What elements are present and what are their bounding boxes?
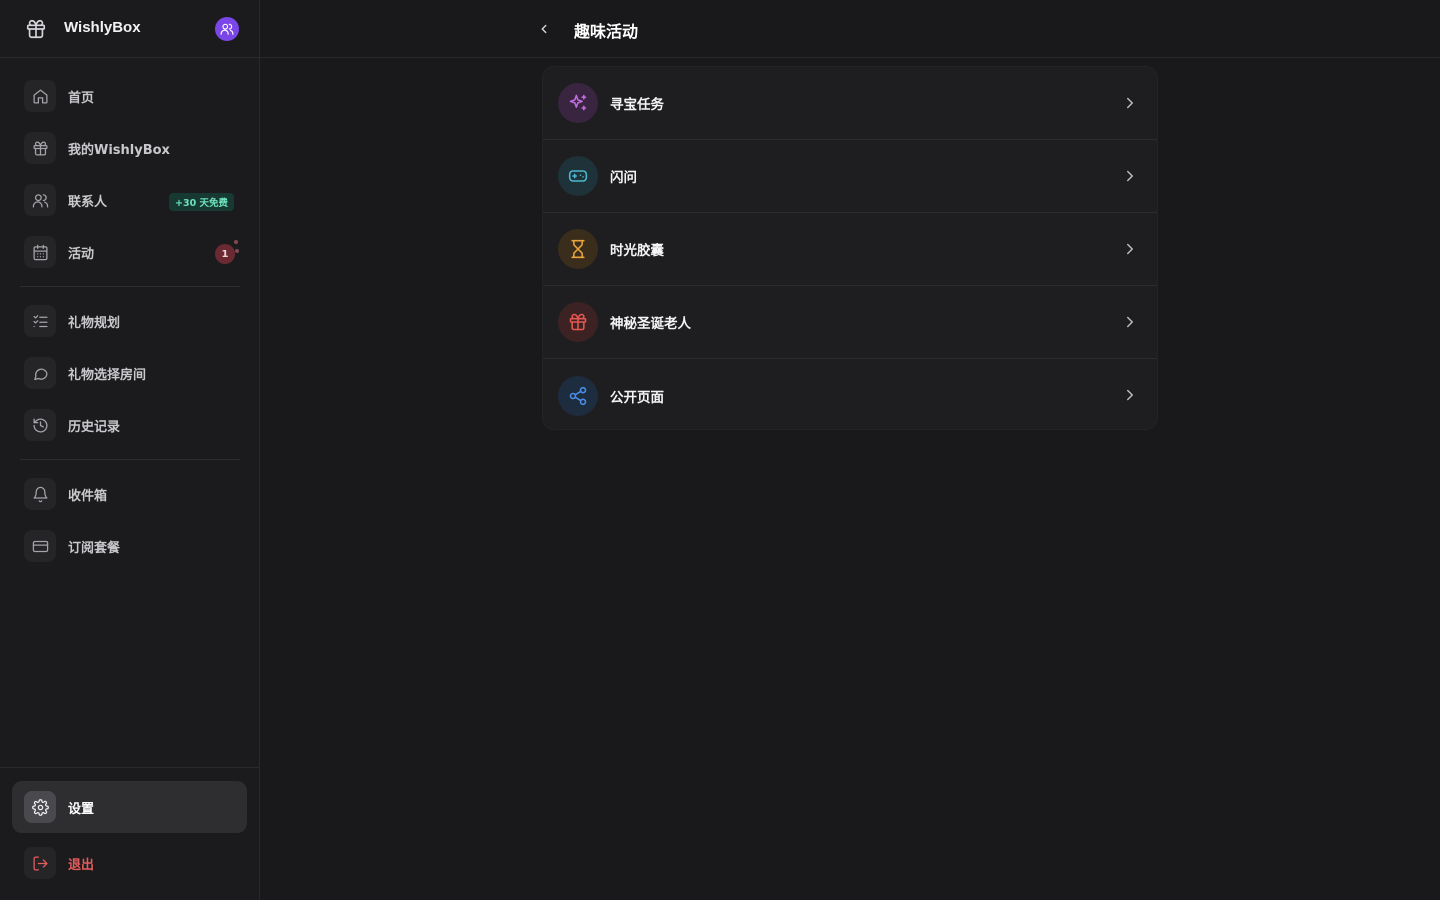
activity-row-treasure-hunt[interactable]: 寻宝任务 — [543, 67, 1157, 140]
logout-button[interactable]: 退出 — [12, 841, 247, 885]
sidebar-item-my-wishlybox[interactable]: 我的WishlyBox — [20, 128, 240, 168]
chat-bubble-icon — [24, 357, 56, 389]
sidebar-divider — [20, 286, 240, 287]
activities-list: 寻宝任务 闪问 时光胶囊 神秘圣诞老人 公开页面 — [542, 66, 1158, 430]
chevron-right-icon — [1121, 386, 1139, 404]
activity-row-public-page[interactable]: 公开页面 — [543, 359, 1157, 429]
chevron-left-icon — [537, 22, 551, 36]
activity-label: 公开页面 — [610, 389, 664, 406]
sidebar-item-label: 礼物规划 — [68, 315, 121, 331]
notification-count-badge: 1 — [215, 244, 235, 264]
badge-dot — [235, 249, 239, 253]
gift-icon — [25, 18, 47, 40]
activity-label: 神秘圣诞老人 — [610, 316, 691, 332]
sidebar-item-subscription[interactable]: 订阅套餐 — [20, 526, 240, 566]
free-trial-badge: +30 天免费 — [169, 193, 234, 211]
activity-label: 时光胶囊 — [610, 243, 664, 259]
bell-icon — [24, 478, 56, 510]
sidebar-item-label: 历史记录 — [68, 419, 121, 435]
top-bar: 趣味活动 — [260, 0, 1440, 58]
brand-header: WishlyBox — [0, 0, 259, 58]
sidebar-divider — [20, 459, 240, 460]
sidebar: WishlyBox 首页 我的WishlyBox 联系人 +30 天免费 活动 … — [0, 0, 260, 900]
sidebar-item-activities[interactable]: 活动 1 — [20, 232, 240, 272]
chevron-right-icon — [1121, 240, 1139, 258]
chevron-right-icon — [1121, 313, 1139, 331]
list-checks-icon — [24, 305, 56, 337]
sidebar-item-label: 活动 — [68, 246, 95, 262]
sidebar-item-label: 收件箱 — [68, 488, 108, 504]
history-icon — [24, 409, 56, 441]
sidebar-item-contacts[interactable]: 联系人 +30 天免费 — [20, 180, 240, 220]
sidebar-item-home[interactable]: 首页 — [20, 76, 240, 116]
gamepad-icon — [558, 156, 598, 196]
users-icon — [220, 22, 234, 36]
home-icon — [24, 80, 56, 112]
badge-dot — [234, 240, 238, 244]
sidebar-item-inbox[interactable]: 收件箱 — [20, 474, 240, 514]
sidebar-item-label: 我的WishlyBox — [68, 142, 170, 158]
activity-row-time-capsule[interactable]: 时光胶囊 — [543, 213, 1157, 286]
back-button[interactable] — [534, 19, 554, 39]
sidebar-item-label: 联系人 — [68, 194, 108, 210]
avatar[interactable] — [215, 17, 239, 41]
sidebar-item-label: 首页 — [68, 90, 95, 106]
logout-label: 退出 — [68, 857, 95, 873]
sparkles-icon — [558, 83, 598, 123]
sidebar-item-label: 礼物选择房间 — [68, 367, 147, 383]
brand-name[interactable]: WishlyBox — [64, 19, 141, 36]
calendar-icon — [24, 236, 56, 268]
sidebar-item-gift-planning[interactable]: 礼物规划 — [20, 301, 240, 341]
gift-icon — [24, 132, 56, 164]
activity-label: 寻宝任务 — [610, 97, 664, 113]
users-icon — [24, 184, 56, 216]
sidebar-item-label: 订阅套餐 — [68, 540, 121, 556]
sidebar-item-settings[interactable]: 设置 — [12, 781, 247, 833]
gift-icon — [558, 302, 598, 342]
activity-label: 闪问 — [610, 170, 637, 186]
hourglass-icon — [558, 229, 598, 269]
sidebar-item-history[interactable]: 历史记录 — [20, 405, 240, 445]
gear-icon — [24, 791, 56, 823]
page-title: 趣味活动 — [574, 22, 639, 41]
activity-row-quick-question[interactable]: 闪问 — [543, 140, 1157, 213]
chevron-right-icon — [1121, 94, 1139, 112]
credit-card-icon — [24, 530, 56, 562]
share-icon — [558, 375, 598, 416]
sidebar-item-label: 设置 — [68, 801, 95, 817]
activity-row-secret-santa[interactable]: 神秘圣诞老人 — [543, 286, 1157, 359]
chevron-right-icon — [1121, 167, 1139, 185]
sidebar-item-gift-room[interactable]: 礼物选择房间 — [20, 353, 240, 393]
logout-icon — [24, 847, 56, 879]
sidebar-footer: 设置 退出 — [0, 767, 259, 900]
